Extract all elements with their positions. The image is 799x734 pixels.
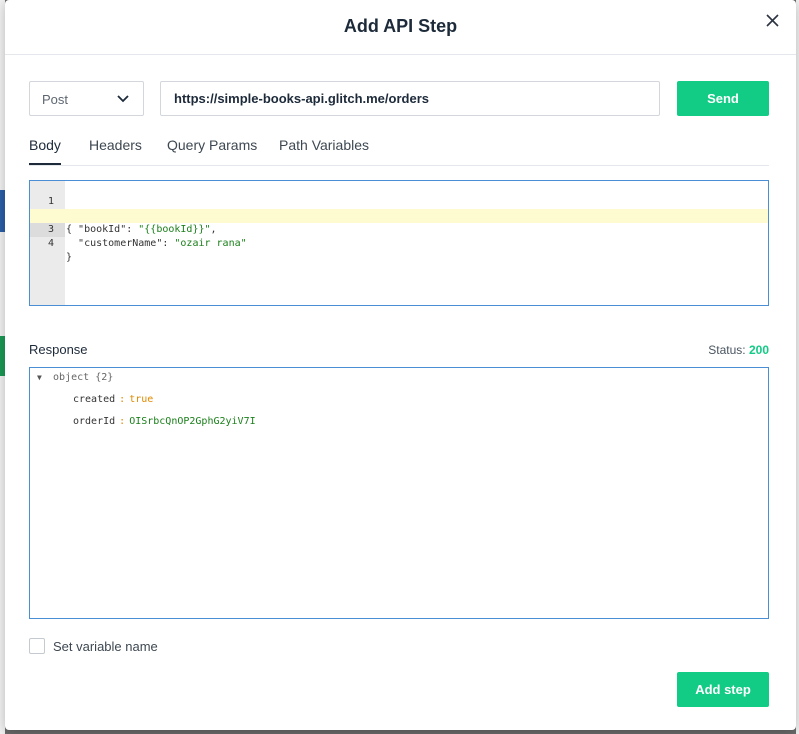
code-line: 1 ▾ {: [30, 181, 768, 235]
root-count: {2}: [95, 372, 114, 383]
json-field-row: orderId: OISrbcQnOP2GphG2yiV7I: [73, 416, 256, 427]
status-label: Status:: [708, 343, 746, 357]
tab-headers[interactable]: Headers: [89, 137, 142, 163]
response-status: Status: 200: [708, 343, 769, 357]
set-variable-label[interactable]: Set variable name: [53, 639, 158, 654]
json-field-row: created: true: [73, 394, 153, 405]
line-number: 4: [47, 238, 54, 249]
status-code: 200: [748, 343, 769, 357]
add-api-step-modal: Add API Step Post Send Body Headers Quer…: [5, 0, 796, 730]
code-line: 2 "bookId": "{{bookId}}",: [30, 195, 768, 235]
field-value: OISrbcQnOP2GphG2yiV7I: [129, 416, 256, 427]
add-step-button[interactable]: Add step: [677, 672, 769, 707]
method-select[interactable]: Post: [29, 81, 144, 116]
body-code-editor[interactable]: 1 ▾ { 2 "bookId": "{{bookId}}", 3 "custo…: [29, 180, 769, 306]
root-type: object: [53, 372, 90, 383]
request-tabs: Body Headers Query Params Path Variables: [29, 133, 769, 166]
code-line-active: 3 "customerName": "ozair rana": [30, 209, 768, 249]
close-button[interactable]: [764, 12, 782, 30]
chevron-down-icon: [117, 95, 129, 103]
set-variable-checkbox[interactable]: [29, 638, 45, 654]
url-input[interactable]: [160, 81, 660, 116]
field-separator: :: [119, 416, 126, 427]
tab-query-params[interactable]: Query Params: [167, 137, 257, 163]
code-text: }: [66, 252, 73, 263]
json-tree-root[interactable]: ▼ object {2}: [37, 372, 113, 383]
response-heading: Response: [29, 342, 88, 357]
tab-path-variables[interactable]: Path Variables: [279, 137, 369, 163]
expand-caret-icon[interactable]: ▼: [37, 373, 47, 382]
tab-body[interactable]: Body: [29, 137, 61, 165]
json-string-value: "ozair rana": [174, 238, 247, 249]
code-line: 4 }: [30, 223, 768, 263]
modal-title: Add API Step: [343, 16, 458, 36]
field-key: created: [73, 394, 116, 405]
close-icon: [766, 14, 779, 27]
response-json-viewer[interactable]: ▼ object {2} created: true orderId: OISrbc…: [29, 367, 769, 619]
send-button[interactable]: Send: [677, 81, 769, 116]
json-key: "customerName": [78, 238, 163, 249]
field-separator: :: [119, 394, 126, 405]
field-key: orderId: [73, 416, 116, 427]
method-value: Post: [42, 92, 69, 107]
field-value: true: [129, 394, 154, 405]
code-text: "customerName": "ozair rana": [78, 238, 247, 249]
modal-header: Add API Step: [5, 0, 796, 55]
